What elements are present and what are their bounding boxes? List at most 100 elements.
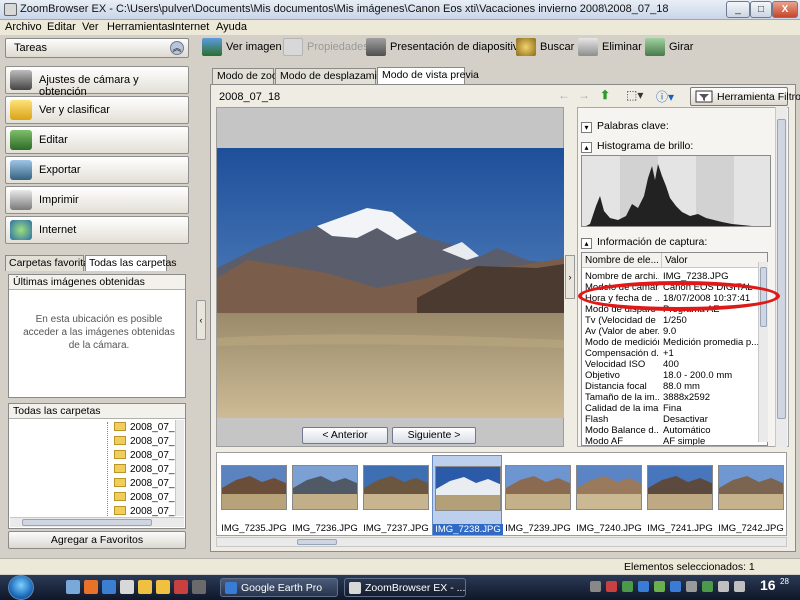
info-row[interactable]: Calidad de la ima... Fina [582,403,767,414]
filter-tool-button[interactable]: Herramienta Filtro [690,87,800,106]
info-row[interactable]: Modo de medición Medición promedia p... [582,337,767,348]
capture-info-section[interactable]: ▴ Información de captura: [581,236,707,252]
all-folders-header: Todas las carpetas [9,404,185,419]
back-arrow-icon[interactable]: ← [558,88,570,102]
thumbnail-label: IMG_7235.JPG [221,523,287,534]
collapse-icon[interactable]: ▴ [581,238,592,249]
scroll-thumb[interactable] [777,119,786,419]
clock-hour[interactable]: 16 [760,577,776,593]
volume-icon[interactable] [734,581,745,592]
previous-button[interactable]: < Anterior [302,427,388,444]
folder-item[interactable]: 2008_07_1 [114,464,180,478]
folder-item[interactable]: 2008_07_1 [114,478,180,492]
tab-all-folders[interactable]: Todas las carpetas [85,255,177,271]
ie-icon[interactable] [102,580,116,594]
column-header-name[interactable]: Nombre de ele... [582,253,662,268]
info-row[interactable]: Av (Valor de aber... 9.0 [582,326,767,337]
info-row[interactable]: Compensación d... +1 [582,348,767,359]
column-header-value[interactable]: Valor [662,253,767,268]
quicklaunch-icon[interactable] [174,580,188,594]
tray-icon[interactable] [654,581,665,592]
thumbnail[interactable]: IMG_7235.JPG [219,455,289,535]
minimize-button[interactable]: _ [726,1,750,18]
task-internet[interactable]: Internet [5,216,189,244]
desktop-icon[interactable] [66,580,80,594]
tray-icon[interactable] [670,581,681,592]
task-edit[interactable]: Editar [5,126,189,154]
maximize-button[interactable]: □ [750,1,772,18]
info-row[interactable]: Tv (Velocidad de ... 1/250 [582,315,767,326]
folder-item[interactable]: 2008_07_1 [114,422,180,436]
task-view-classify[interactable]: Ver y clasificar [5,96,189,124]
expand-icon[interactable]: ▾ [581,122,592,133]
thumbnail[interactable]: IMG_7241.JPG [645,455,715,535]
info-row[interactable]: Tamaño de la im... 3888x2592 [582,392,767,403]
task-camera-settings[interactable]: Ajustes de cámara y obtención [5,66,189,98]
info-row[interactable]: Modo Balance d... Automático [582,425,767,436]
histogram-section[interactable]: ▴ Histograma de brillo: [581,140,693,156]
start-button[interactable] [8,575,34,600]
menu-ver[interactable]: Ver [82,21,99,33]
next-button[interactable]: Siguiente > [392,427,476,444]
menu-herramientas[interactable]: Herramientas [107,21,173,33]
tab-zoom-mode[interactable]: Modo de zoom [212,68,286,84]
folder-item[interactable]: 2008_07_1 [114,492,180,506]
folder-icon[interactable] [156,580,170,594]
tray-icon[interactable] [702,581,713,592]
folder-item[interactable]: 2008_07_1 [114,436,180,450]
keywords-section[interactable]: ▾ Palabras clave: [581,120,669,136]
tray-icon[interactable] [606,581,617,592]
info-row[interactable]: Flash Desactivar [582,414,767,425]
thumbnail[interactable]: IMG_7240.JPG [574,455,644,535]
thumbnail[interactable]: IMG_7239.JPG [503,455,573,535]
up-arrow-icon[interactable]: ⬆ [600,88,610,102]
tray-icon[interactable] [686,581,697,592]
toggle-info-panel-handle[interactable]: › [565,255,575,299]
scroll-thumb[interactable] [297,539,337,545]
selection-icon[interactable]: ⬚▾ [626,88,643,102]
add-to-favorites-button[interactable]: Agregar a Favoritos [8,531,186,549]
thumbnail[interactable]: IMG_7236.JPG [290,455,360,535]
thumbnail[interactable]: IMG_7242.JPG [716,455,786,535]
info-panel-scrollbar[interactable] [775,107,787,447]
collapse-left-panel-handle[interactable]: ‹ [196,300,206,340]
menu-editar[interactable]: Editar [47,21,76,33]
task-print[interactable]: Imprimir [5,186,189,214]
thumbnail-scrollbar[interactable] [216,537,787,547]
tray-icon[interactable] [590,581,601,592]
info-row[interactable]: Velocidad ISO 400 [582,359,767,370]
folders-horizontal-scrollbar[interactable] [10,517,184,527]
info-row[interactable]: Distancia focal 88.0 mm [582,381,767,392]
thumbnail[interactable]: IMG_7237.JPG [361,455,431,535]
menu-ayuda[interactable]: Ayuda [216,21,247,33]
folders-vertical-scrollbar[interactable] [175,420,184,516]
clock-minutes[interactable]: 28 [780,577,789,586]
folder-icon[interactable] [138,580,152,594]
close-button[interactable]: X [772,1,798,18]
firefox-icon[interactable] [84,580,98,594]
network-icon[interactable] [718,581,729,592]
quicklaunch-icon[interactable] [192,580,206,594]
tab-scroll-mode[interactable]: Modo de desplazamiento [275,68,397,84]
collapse-icon[interactable]: ︽ [170,41,184,55]
task-export[interactable]: Exportar [5,156,189,184]
tray-icon[interactable] [638,581,649,592]
taskbar-item-zoombrowser[interactable]: ZoomBrowser EX - ... [344,578,466,597]
tasks-header[interactable]: Tareas ︽ [5,38,189,58]
tray-icon[interactable] [622,581,633,592]
forward-arrow-icon[interactable]: → [578,88,590,102]
info-row[interactable]: Objetivo 18.0 - 200.0 mm [582,370,767,381]
image-icon [202,38,222,56]
info-row[interactable]: Modo AF AF simple [582,436,767,445]
info-icon[interactable]: ⓘ▾ [656,88,674,105]
tab-favorite-folders[interactable]: Carpetas favoritas [5,255,94,271]
menu-archivo[interactable]: Archivo [5,21,42,33]
menu-internet[interactable]: Internet [172,21,209,33]
folder-item[interactable]: 2008_07_1 [114,450,180,464]
taskbar-item-google-earth[interactable]: Google Earth Pro [220,578,338,597]
collapse-icon[interactable]: ▴ [581,142,592,153]
scroll-thumb[interactable] [22,519,152,526]
thumbnail[interactable]: IMG_7238.JPG [432,455,503,535]
tab-preview-mode[interactable]: Modo de vista previa [377,67,479,84]
quicklaunch-icon[interactable] [120,580,134,594]
